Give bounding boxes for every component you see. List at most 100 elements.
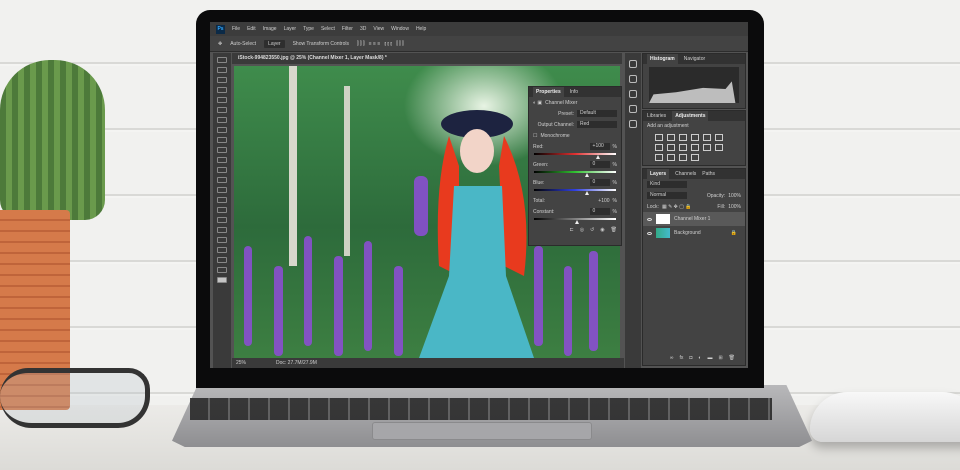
tool-icon[interactable] <box>217 127 227 133</box>
tool-icon[interactable] <box>217 157 227 163</box>
adjustment-icon[interactable] <box>655 134 663 141</box>
visibility-icon[interactable]: ◉ <box>600 227 604 233</box>
align-icons[interactable]: ⫿ ⫿ ⫿ ≡ ≡ ≡ ⫾ ⫾ ⫾ ⫿ ⫿ ⫿ <box>357 41 404 47</box>
tool-icon[interactable] <box>217 187 227 193</box>
history-icon[interactable] <box>629 60 637 68</box>
adjustment-icon[interactable] <box>715 134 723 141</box>
adjustment-icon[interactable] <box>655 144 663 151</box>
tool-icon[interactable] <box>217 247 227 253</box>
tool-icon[interactable] <box>217 97 227 103</box>
play-icon[interactable] <box>629 75 637 83</box>
menu-select[interactable]: Select <box>321 26 335 32</box>
tab-layers[interactable]: Layers <box>647 169 670 179</box>
channel-slider[interactable] <box>534 171 616 177</box>
tool-icon[interactable] <box>217 227 227 233</box>
tab-navigator[interactable]: Navigator <box>684 54 705 64</box>
menu-window[interactable]: Window <box>391 26 409 32</box>
tool-icon[interactable] <box>217 167 227 173</box>
new-layer-icon[interactable]: ⊞ <box>718 355 722 361</box>
fx-icon[interactable]: fx <box>679 355 683 361</box>
tool-icon[interactable] <box>217 197 227 203</box>
adjustment-icon[interactable] <box>715 144 723 151</box>
tool-icon[interactable] <box>217 217 227 223</box>
move-tool-icon[interactable]: ✥ <box>218 41 222 47</box>
channel-slider[interactable] <box>534 189 616 195</box>
menu-layer[interactable]: Layer <box>284 26 297 32</box>
tool-icon[interactable] <box>217 237 227 243</box>
tool-icon[interactable] <box>217 207 227 213</box>
folder-icon[interactable]: ▬ <box>707 355 712 361</box>
blend-mode-dropdown[interactable]: Normal <box>647 192 687 199</box>
tool-icon[interactable] <box>217 147 227 153</box>
document-tab[interactable]: iStock-994823550.jpg @ 25% (Channel Mixe… <box>232 53 622 64</box>
menu-image[interactable]: Image <box>263 26 277 32</box>
adjustment-icon[interactable] <box>691 154 699 161</box>
tab-paths[interactable]: Paths <box>702 169 715 179</box>
trash-icon[interactable]: 🗑 <box>729 355 735 361</box>
layer-filter-dropdown[interactable]: Kind <box>647 181 687 188</box>
mask-icon[interactable]: ◘ <box>689 355 692 361</box>
adjustment-icon[interactable] <box>667 154 675 161</box>
tab-properties[interactable]: Properties <box>533 87 564 97</box>
show-transform-checkbox[interactable]: Show Transform Controls <box>293 41 349 47</box>
adjustment-icon[interactable] <box>679 154 687 161</box>
clip-icon[interactable]: ⊏ <box>569 227 573 233</box>
menu-3d[interactable]: 3D <box>360 26 366 32</box>
adjustment-icon[interactable] <box>691 134 699 141</box>
tool-icon[interactable] <box>217 117 227 123</box>
color-swatch[interactable] <box>217 277 227 283</box>
eye-icon[interactable] <box>647 217 652 221</box>
zoom-level[interactable]: 25% <box>236 358 246 368</box>
fill-field[interactable]: 100% <box>728 204 741 210</box>
view-previous-icon[interactable]: ◎ <box>580 227 584 233</box>
target-dropdown[interactable]: Layer <box>264 39 285 48</box>
tab-libraries[interactable]: Libraries <box>647 111 666 121</box>
adjustment-icon[interactable] <box>667 134 675 141</box>
slider-thumb[interactable] <box>585 191 590 195</box>
tool-icon[interactable] <box>217 267 227 273</box>
channel-value-field[interactable]: 0 <box>589 161 610 168</box>
menu-view[interactable]: View <box>373 26 384 32</box>
brush-settings-icon[interactable] <box>629 120 637 128</box>
info-icon[interactable] <box>629 105 637 113</box>
slider-thumb[interactable] <box>585 173 590 177</box>
tool-icon[interactable] <box>217 107 227 113</box>
trash-icon[interactable]: 🗑 <box>611 227 617 233</box>
tab-info[interactable]: Info <box>570 87 578 97</box>
adjustment-layer-icon[interactable]: ◐ <box>698 355 701 361</box>
opacity-field[interactable]: 100% <box>728 193 741 199</box>
adjustment-icon[interactable] <box>667 144 675 151</box>
tab-channels[interactable]: Channels <box>675 169 696 179</box>
adjustment-icon[interactable] <box>679 134 687 141</box>
tool-icon[interactable] <box>217 177 227 183</box>
tool-icon[interactable] <box>217 137 227 143</box>
adjustment-icon[interactable] <box>691 144 699 151</box>
layer-row[interactable]: Channel Mixer 1 <box>643 212 745 226</box>
auto-select-checkbox[interactable]: Auto-Select <box>230 41 256 47</box>
layer-row[interactable]: Background 🔒 <box>643 226 745 240</box>
eye-icon[interactable] <box>647 231 652 235</box>
tool-icon[interactable] <box>217 67 227 73</box>
menu-edit[interactable]: Edit <box>247 26 256 32</box>
slider-thumb[interactable] <box>595 155 600 159</box>
menu-filter[interactable]: Filter <box>342 26 353 32</box>
tool-icon[interactable] <box>217 57 227 63</box>
menu-file[interactable]: File <box>232 26 240 32</box>
properties-icon[interactable] <box>629 90 637 98</box>
menu-type[interactable]: Type <box>303 26 314 32</box>
adjustment-icon[interactable] <box>655 154 663 161</box>
channel-slider[interactable] <box>534 153 616 159</box>
constant-slider[interactable] <box>534 218 616 224</box>
channel-value-field[interactable]: 0 <box>589 179 610 186</box>
monochrome-checkbox[interactable]: ☐ <box>533 133 537 139</box>
lock-icons[interactable]: ▦ ✎ ✥ ▢ 🔒 <box>662 204 692 210</box>
menu-help[interactable]: Help <box>416 26 426 32</box>
adjustment-icon[interactable] <box>679 144 687 151</box>
adjustment-icon[interactable] <box>703 134 711 141</box>
tab-histogram[interactable]: Histogram <box>647 54 678 64</box>
adjustment-icon[interactable] <box>703 144 711 151</box>
reset-icon[interactable]: ↺ <box>590 227 594 233</box>
output-channel-dropdown[interactable]: Red <box>577 121 617 128</box>
tool-icon[interactable] <box>217 87 227 93</box>
tool-icon[interactable] <box>217 257 227 263</box>
